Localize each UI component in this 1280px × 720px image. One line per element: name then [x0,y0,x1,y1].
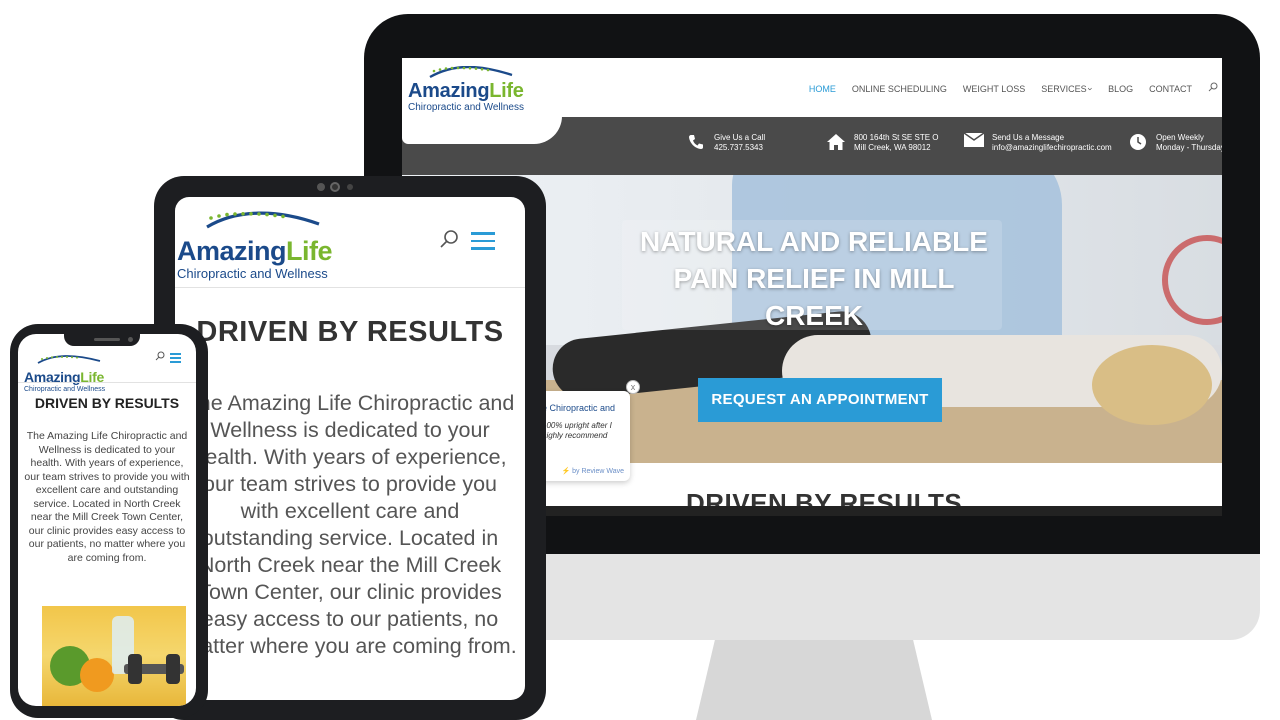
hero-title: NATURAL AND RELIABLE PAIN RELIEF IN MILL… [640,226,988,331]
section-body: The Amazing Life Chiropractic and Wellne… [24,430,190,564]
logo-tagline: Chiropractic and Wellness [408,102,524,113]
nav-services[interactable]: SERVICES › [1041,83,1095,94]
logo-tagline: Chiropractic and Wellness [177,266,328,281]
phone-camera-icon [128,337,133,342]
section-heading: DRIVEN BY RESULTS [196,316,504,348]
call-number[interactable]: 425.737.5343 [714,143,765,153]
hamburger-menu-icon[interactable] [471,232,495,255]
hours-value: Monday - Thursday [1156,143,1222,152]
section-body: The Amazing Life Chiropractic and Wellne… [183,391,517,658]
home-icon [826,133,846,153]
phone-speaker [94,338,120,341]
header-divider [175,287,525,288]
logo-tagline: Chiropractic and Wellness [24,386,106,393]
logo-wordmark: AmazingLife [408,80,558,102]
address-line1: 800 164th St SE STE O [854,133,939,142]
message-email[interactable]: info@amazinglifechiropractic.com [992,143,1112,153]
search-icon[interactable] [1208,82,1218,95]
nav-services-label: SERVICES [1041,83,1087,94]
spine-swoosh-icon [206,211,320,229]
fitness-food-image [42,606,186,706]
image-orange [80,658,114,692]
logo-wordmark: AmazingLife [177,236,357,266]
tablet-screen: AmazingLife Chiropractic and Wellness DR… [175,197,525,700]
hero-photo-hair [1092,345,1212,425]
logo-word-accent: Life [286,236,333,266]
search-icon[interactable] [439,229,459,255]
nav-weight-loss[interactable]: WEIGHT LOSS [963,84,1025,94]
monitor-stand [696,640,932,720]
logo-word-accent: Life [489,80,524,102]
logo-backdrop [402,116,562,144]
review-title: e Chiropractic and [542,403,616,413]
review-text: 100% upright after I highly recommend [542,421,612,440]
chevron-down-icon: › [1085,87,1096,90]
nav-blog[interactable]: BLOG [1108,84,1133,94]
phone-logo[interactable]: AmazingLife Chiropractic and Wellness [24,352,124,394]
logo-word-main: Amazing [408,80,490,102]
logo-word-main: Amazing [177,236,287,266]
request-appointment-button[interactable]: REQUEST AN APPOINTMENT [698,378,942,422]
spine-swoosh-icon [429,66,513,79]
nav-contact[interactable]: CONTACT [1149,84,1192,94]
call-label: Give Us a Call [714,133,766,142]
search-icon[interactable] [155,351,165,364]
desktop-logo[interactable]: AmazingLife Chiropractic and Wellness [408,66,558,114]
clock-icon [1128,133,1148,153]
phone-icon [686,133,706,153]
envelope-icon [963,132,985,153]
desktop-nav: HOME ONLINE SCHEDULING WEIGHT LOSS SERVI… [809,82,1218,95]
review-widget[interactable]: e Chiropractic and 100% upright after I … [538,391,630,481]
image-dumbbell-weight-right [166,654,180,684]
hours-label: Open Weekly [1156,133,1204,142]
message-label: Send Us a Message [992,133,1065,142]
info-hours: Open Weekly Monday - Thursday [1128,133,1222,153]
info-call[interactable]: Give Us a Call 425.737.5343 [686,133,765,153]
hamburger-menu-icon[interactable] [170,353,181,365]
image-dumbbell-weight-left [128,654,142,684]
tablet-sensor-2 [347,184,353,190]
nav-online-scheduling[interactable]: ONLINE SCHEDULING [852,84,947,94]
info-address[interactable]: 800 164th St SE STE O Mill Creek, WA 9801… [826,133,939,153]
nav-home[interactable]: HOME [809,84,836,94]
review-footer: ⚡ by Review Wave [561,468,624,475]
tablet-logo[interactable]: AmazingLife Chiropractic and Wellness [177,211,357,282]
spine-swoosh-icon [37,355,101,364]
section-heading: DRIVEN BY RESULTS [34,395,180,411]
address-line2: Mill Creek, WA 98012 [854,143,931,152]
tablet-camera-icon [330,182,340,192]
info-message[interactable]: Send Us a Message info@amazinglifechiropr… [963,132,1112,153]
tablet-sensor [317,183,325,191]
header-divider [18,382,196,383]
close-icon[interactable]: x [626,380,640,394]
phone-screen: AmazingLife Chiropractic and Wellness DR… [18,334,196,706]
